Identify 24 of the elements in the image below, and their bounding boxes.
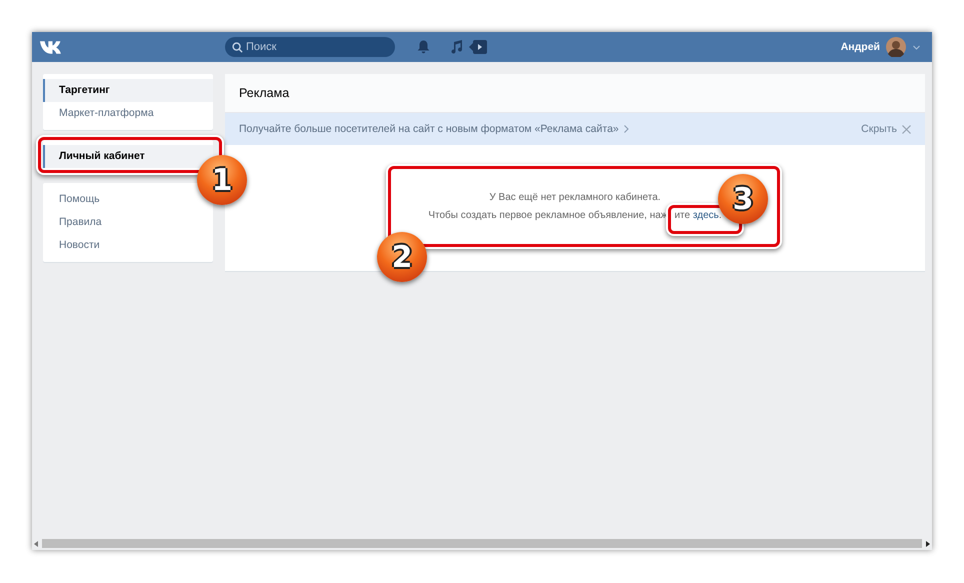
instruction-text: ите здесь. xyxy=(674,210,722,222)
menu-item[interactable]: Таргетинг xyxy=(43,79,213,102)
page-title: Реклама xyxy=(225,74,925,113)
search-icon xyxy=(232,42,243,53)
play-icon[interactable] xyxy=(469,40,487,54)
avatar-icon[interactable] xyxy=(886,37,906,57)
promo-link[interactable]: Получайте больше посетителей на сайт с новым форматом «Реклама сайта» xyxy=(239,123,619,135)
scroll-left-icon[interactable] xyxy=(34,540,38,546)
bell-icon[interactable] xyxy=(417,40,430,54)
create-link[interactable]: здесь xyxy=(692,210,719,221)
close-icon[interactable] xyxy=(902,124,911,134)
music-note-icon[interactable] xyxy=(450,40,463,54)
user-name[interactable]: Андрей xyxy=(840,41,880,53)
hide-button[interactable]: Скрыть xyxy=(861,123,897,135)
search-field[interactable]: Поиск xyxy=(225,37,395,57)
caret-icon[interactable] xyxy=(913,44,920,50)
menu-item[interactable]: Личный кабинет xyxy=(43,145,213,168)
menu-item[interactable]: Помощь xyxy=(43,188,114,211)
menu-item[interactable]: Новости xyxy=(43,234,114,257)
menu-item[interactable]: Правила xyxy=(43,211,116,234)
scroll-right-icon[interactable] xyxy=(926,540,930,546)
chevron-icon xyxy=(624,125,629,133)
menu-item[interactable]: Маркет-платформа xyxy=(43,102,168,125)
empty-message: У Вас ещё нет рекламного кабинета. xyxy=(489,192,661,204)
